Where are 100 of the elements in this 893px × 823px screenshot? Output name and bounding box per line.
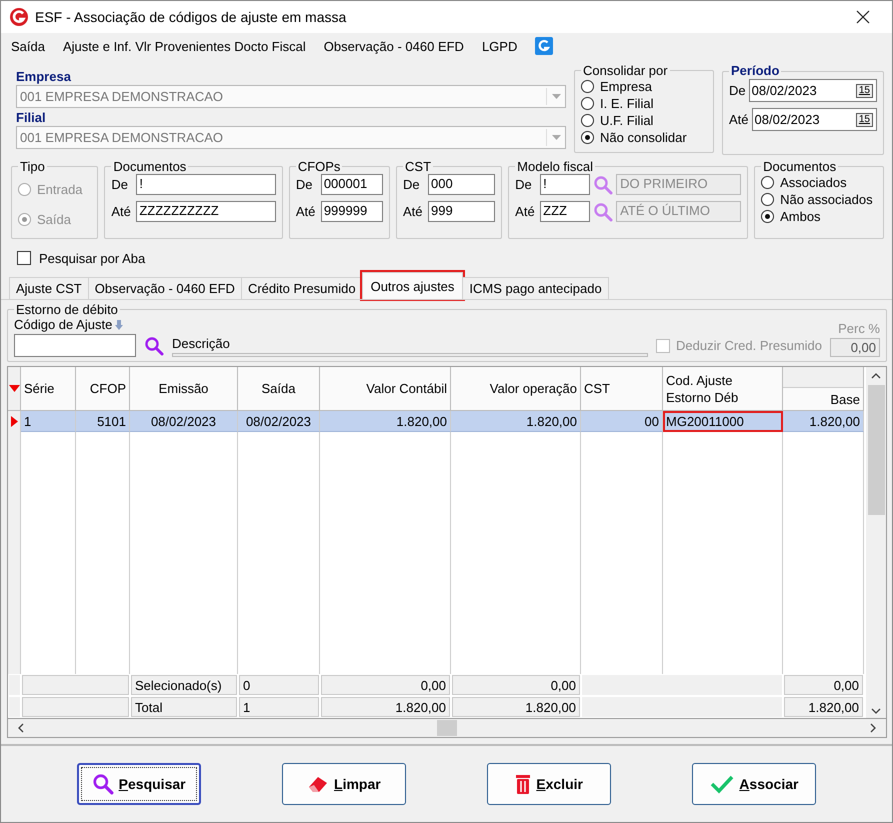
input-field[interactable]: ZZZZZZZZZZ [136, 201, 276, 222]
summary-cell: 0,00 [321, 675, 450, 695]
field-label: Até [296, 204, 316, 219]
field-label: Descrição [172, 336, 231, 351]
field-label: Perc % [838, 321, 880, 336]
summary-label: Total [131, 697, 237, 717]
table-cell: 1.820,00 [320, 411, 451, 432]
check-icon [710, 774, 734, 794]
summary-label: Selecionado(s) [131, 675, 237, 695]
table-cell: MG20011000 [663, 411, 783, 432]
radio-button[interactable] [761, 210, 774, 223]
group-title: Período [730, 63, 780, 79]
field-label: Filial [16, 110, 47, 126]
radio-button[interactable] [581, 114, 594, 127]
menu-item[interactable]: Saída [11, 38, 45, 54]
action-button[interactable]: Excluir [487, 763, 612, 805]
input-field[interactable]: 000001 [320, 174, 384, 195]
dropdown-field[interactable]: 001 EMPRESA DEMONSTRACAO [16, 126, 566, 149]
group-title: Modelo fiscal [516, 159, 594, 174]
field-label: De [729, 83, 746, 98]
field-label: Empresa [16, 69, 72, 85]
action-button[interactable]: Limpar [282, 763, 406, 805]
action-button[interactable]: Pesquisar [76, 763, 201, 805]
radio-label: Não associados [780, 192, 873, 207]
checkbox[interactable] [17, 251, 31, 265]
radio-label: Não consolidar [600, 130, 687, 145]
search-icon[interactable] [144, 336, 164, 356]
tab[interactable]: ICMS pago antecipado [462, 277, 609, 299]
table-cell: 1 [21, 411, 76, 432]
input-field[interactable]: ! [136, 174, 276, 195]
scroll-thumb[interactable] [437, 720, 457, 736]
column-header[interactable]: CST [581, 367, 663, 411]
table-row[interactable]: 1 5101 08/02/2023 08/02/2023 1.820,00 1.820,00 00 MG20011000 1.820,00 [8, 411, 866, 432]
input-field[interactable]: 999999 [320, 201, 384, 222]
group-title: Tipo [19, 159, 46, 174]
input-field[interactable]: 999 [428, 201, 496, 222]
radio-button[interactable] [581, 80, 594, 93]
dropdown-arrow-icon [552, 135, 560, 140]
summary-cell: 0 [239, 675, 319, 695]
menu-item[interactable]: Observação - 0460 EFD [324, 38, 464, 54]
summary-cell: 1.820,00 [452, 697, 580, 717]
calendar-button[interactable]: 15 [856, 112, 873, 126]
column-header[interactable]: Série [21, 367, 76, 411]
column-header[interactable]: Saída [238, 367, 320, 411]
column-header[interactable]: Emissão [130, 367, 238, 411]
input-field[interactable]: 000 [428, 174, 496, 195]
menu-item[interactable]: LGPD [482, 38, 518, 54]
table-cell: 08/02/2023 [238, 411, 320, 432]
description-field: ATÉ O ÚLTIMO [616, 201, 742, 222]
column-header[interactable]: CFOP [76, 367, 130, 411]
menu-item[interactable]: Ajuste e Inf. Vlr Provenientes Docto Fiscal [62, 38, 306, 54]
input-field: 0,00 [830, 338, 880, 357]
column-header[interactable]: Valor operação [451, 367, 581, 411]
group-title: CFOPs [296, 159, 342, 174]
scroll-thumb[interactable] [868, 385, 884, 515]
table-cell: 00 [581, 411, 663, 432]
date-field[interactable]: 08/02/2023 15 [748, 79, 877, 102]
action-button[interactable]: Associar [692, 763, 816, 805]
summary-cell: 0,00 [452, 675, 580, 695]
dropdown-arrow-icon [552, 94, 560, 99]
close-icon[interactable] [856, 10, 870, 24]
radio-button[interactable] [581, 97, 594, 110]
column-header[interactable]: Valor Contábil [320, 367, 451, 411]
vertical-scrollbar[interactable] [866, 367, 886, 718]
input-field[interactable]: ! [540, 174, 590, 195]
chevron-down-icon[interactable] [871, 708, 881, 714]
table-cell: 5101 [76, 411, 130, 432]
horizontal-scrollbar[interactable] [7, 719, 887, 738]
dropdown-field[interactable]: 001 EMPRESA DEMONSTRACAO [16, 85, 566, 108]
summary-cell: 1 [239, 697, 319, 717]
radio-button[interactable] [761, 176, 774, 189]
input-field[interactable]: ZZZ [540, 201, 590, 222]
chevron-up-icon[interactable] [871, 373, 881, 379]
date-field[interactable]: 08/02/2023 15 [752, 108, 877, 131]
chevron-right-icon[interactable] [870, 723, 876, 733]
row-header-cell [9, 675, 20, 695]
calendar-button[interactable]: 15 [856, 84, 873, 98]
sort-down-icon [115, 320, 124, 330]
radio-button[interactable] [581, 131, 594, 144]
chevron-left-icon[interactable] [18, 723, 24, 733]
field-label: Até [729, 112, 749, 127]
group-title: Documentos [112, 159, 188, 174]
column-header[interactable]: Cod. Ajuste Estorno Déb [663, 367, 783, 411]
group-title: CST [404, 159, 432, 174]
field-label: Até [111, 204, 132, 219]
field-label: De [296, 177, 314, 192]
window-title: ESF - Associação de códigos de ajuste em massa [35, 9, 348, 25]
field-label: Até [515, 204, 536, 219]
tab[interactable]: Outros ajustes [362, 272, 464, 299]
field-label: Código de Ajuste [14, 317, 112, 332]
field-label: De [403, 177, 421, 192]
row-pointer-icon [10, 416, 18, 427]
tab[interactable]: Ajuste CST [9, 277, 89, 299]
tab[interactable]: Observação - 0460 EFD [88, 277, 242, 299]
table-cell: 1.820,00 [451, 411, 581, 432]
summary-cell: 0,00 [784, 675, 863, 695]
radio-button[interactable] [761, 193, 774, 206]
group-title: Documentos [762, 159, 838, 174]
input-field[interactable] [14, 334, 136, 357]
group-title: Estorno de débito [15, 302, 119, 317]
